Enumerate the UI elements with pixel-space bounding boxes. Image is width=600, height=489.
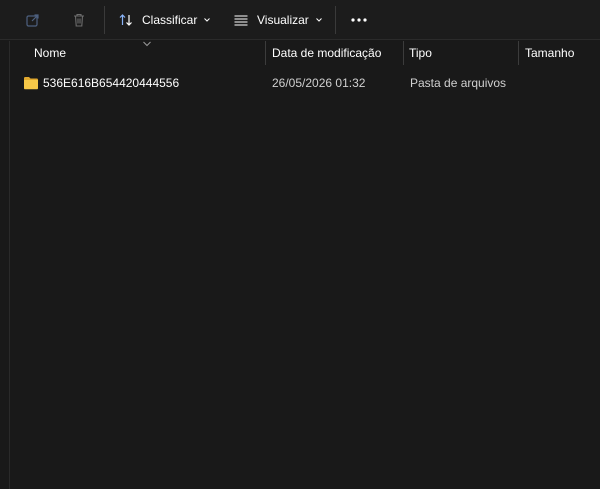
toolbar-separator	[104, 6, 105, 34]
column-divider[interactable]	[403, 41, 404, 65]
sort-button[interactable]: Classificar	[118, 6, 211, 34]
item-date: 26/05/2026 01:32	[272, 76, 366, 90]
column-date[interactable]: Data de modificação	[272, 41, 402, 65]
column-name-label: Nome	[34, 46, 67, 60]
view-label: Visualizar	[257, 13, 309, 27]
column-date-label: Data de modificação	[272, 46, 382, 60]
item-name: 536E616B654420444556	[43, 76, 180, 90]
column-type-label: Tipo	[409, 46, 432, 60]
column-header: Nome Data de modificação Tipo Tamanho	[10, 41, 600, 65]
column-type[interactable]: Tipo	[409, 41, 513, 65]
file-explorer-window: Classificar Visualizar Nome Data de modi…	[0, 0, 600, 489]
column-divider[interactable]	[265, 41, 266, 65]
sort-icon	[119, 14, 132, 26]
column-divider[interactable]	[518, 41, 519, 65]
view-button[interactable]: Visualizar	[233, 6, 323, 34]
item-size	[525, 72, 595, 94]
view-list-icon	[234, 15, 248, 26]
column-size-label: Tamanho	[525, 46, 575, 60]
chevron-down-icon	[204, 18, 211, 22]
column-name[interactable]: Nome	[34, 41, 262, 65]
folder-icon	[24, 77, 38, 90]
list-item[interactable]: 536E616B654420444556 26/05/2026 01:32 Pa…	[10, 72, 600, 94]
more-options-button[interactable]	[343, 6, 375, 34]
trash-icon	[74, 13, 84, 27]
ellipsis-icon	[351, 18, 367, 22]
navigation-pane-border	[9, 41, 10, 489]
item-name-cell: 536E616B654420444556	[23, 72, 263, 94]
item-type: Pasta de arquivos	[410, 76, 507, 90]
sort-label: Classificar	[142, 13, 198, 27]
share-button[interactable]	[17, 6, 49, 34]
share-icon	[26, 14, 39, 27]
toolbar-separator	[335, 6, 336, 34]
command-bar: Classificar Visualizar	[0, 0, 600, 40]
chevron-down-icon	[315, 18, 322, 22]
column-size[interactable]: Tamanho	[525, 41, 595, 65]
delete-button[interactable]	[63, 6, 95, 34]
